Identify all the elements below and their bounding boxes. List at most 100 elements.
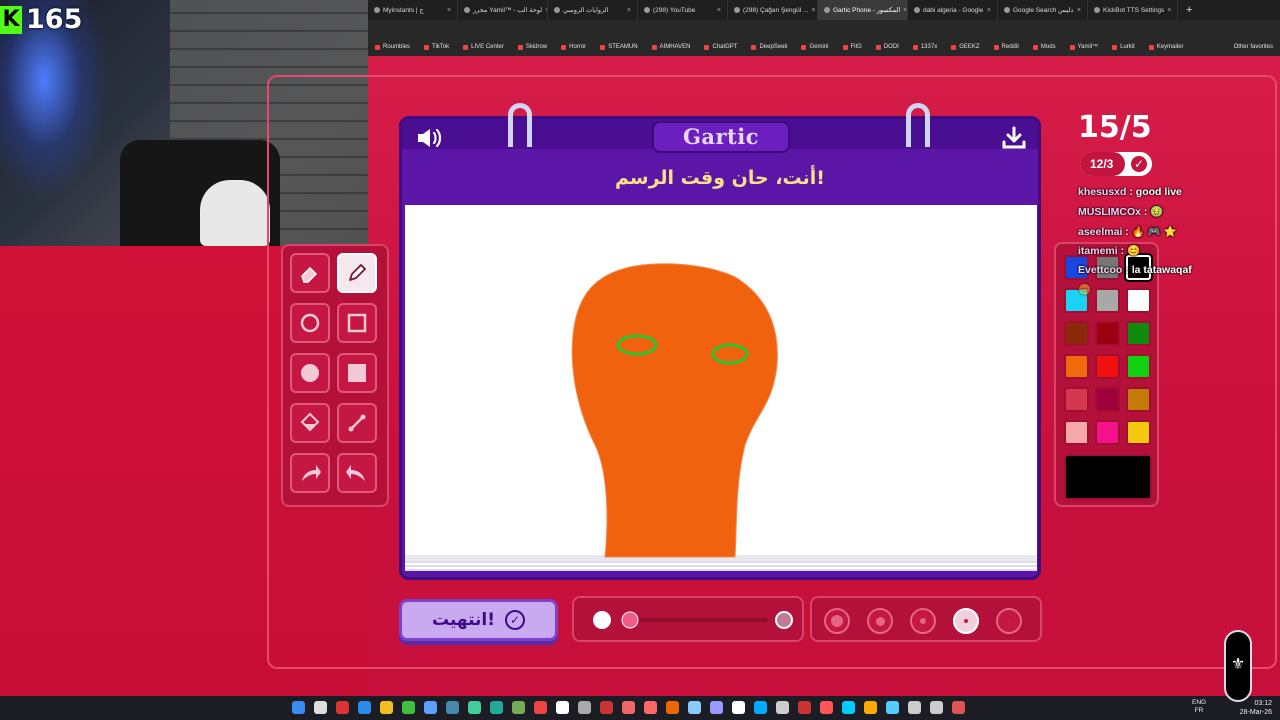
bookmark-item[interactable]: Mods [1026,44,1063,50]
browser-tab[interactable]: Myinstants | ج × [368,0,458,20]
bookmark-item[interactable]: LIVE Center [456,44,511,50]
browser-tab[interactable]: KickBot TTS Settings × [1088,0,1178,20]
bookmark-item[interactable]: DODI [869,44,906,50]
color-swatch[interactable] [1126,387,1151,412]
bookmark-item[interactable]: GEEKZ [944,44,986,50]
brush-size-button[interactable] [996,608,1022,634]
done-button[interactable]: انتهيت! ✓ [399,599,558,641]
fill-bucket-tool[interactable] [290,403,330,443]
redo-tool[interactable] [337,453,377,493]
color-swatch[interactable] [1064,387,1089,412]
color-swatch[interactable] [1095,387,1120,412]
other-favorites[interactable]: Other favorites [1227,44,1280,50]
brush-size-button[interactable] [824,608,850,634]
taskbar-app-icon[interactable] [380,701,393,714]
browser-tab[interactable]: (298) YouTube × [638,0,728,20]
new-tab-button[interactable]: + [1178,4,1200,16]
line-tool[interactable] [337,403,377,443]
browser-tab[interactable]: (298) Çağan Şengül ... × [728,0,818,20]
taskbar-app-icon[interactable] [424,701,437,714]
bookmark-item[interactable]: TikTok [417,44,456,50]
bookmark-item[interactable]: Yamil™ [1063,44,1106,50]
taskbar-app-icon[interactable] [512,701,525,714]
taskbar-app-icon[interactable] [402,701,415,714]
address-bar[interactable] [368,20,1280,38]
taskbar-app-icon[interactable] [292,701,305,714]
bookmark-item[interactable]: 1337x [906,44,944,50]
taskbar-app-icon[interactable] [314,701,327,714]
bookmark-item[interactable]: Keymailer [1142,44,1191,50]
slider-knob[interactable] [621,611,639,629]
color-swatch[interactable] [1126,420,1151,445]
browser-tab[interactable]: الروايات الروسي × [548,0,638,20]
taskbar-app-icon[interactable] [666,701,679,714]
taskbar-app-icon[interactable] [886,701,899,714]
close-tab-icon[interactable]: × [627,7,631,14]
taskbar-app-icon[interactable] [930,701,943,714]
undo-tool[interactable] [290,453,330,493]
bookmark-item[interactable]: Horror [554,44,593,50]
taskbar-app-icon[interactable] [952,701,965,714]
taskbar-app-icon[interactable] [864,701,877,714]
close-tab-icon[interactable]: × [717,7,721,14]
speaker-icon[interactable] [416,127,444,149]
taskbar-app-icon[interactable] [688,701,701,714]
color-swatch[interactable] [1064,354,1089,379]
download-icon[interactable] [1002,126,1026,150]
taskbar-app-icon[interactable] [600,701,613,714]
taskbar-app-icon[interactable] [908,701,921,714]
browser-tab[interactable]: محرر Yamil™ - لوحة الب× [458,0,548,20]
browser-tab[interactable]: Google Search دليس × [998,0,1088,20]
brush-size-button[interactable] [910,608,936,634]
bookmark-item[interactable]: STEAMUN [593,44,644,50]
ellipse-outline-tool[interactable] [290,303,330,343]
close-tab-icon[interactable]: × [1167,7,1171,14]
browser-tab[interactable]: Gartic Phone - المكسور × [818,0,908,20]
bookmark-item[interactable]: AIMHAVEN [645,44,698,50]
bookmark-item[interactable]: FitG [836,44,869,50]
taskbar-app-icon[interactable] [336,701,349,714]
taskbar-app-icon[interactable] [446,701,459,714]
close-tab-icon[interactable]: × [811,7,815,14]
bookmark-item[interactable]: Lurkit [1105,44,1142,50]
ellipse-fill-tool[interactable] [290,353,330,393]
taskbar-app-icon[interactable] [358,701,371,714]
pencil-tool[interactable] [337,253,377,293]
taskbar-app-icon[interactable] [776,701,789,714]
color-swatch[interactable] [1064,321,1089,346]
clock[interactable]: 03:12 28-Mar-26 [1240,699,1272,717]
color-swatch[interactable] [1126,354,1151,379]
taskbar-app-icon[interactable] [820,701,833,714]
bookmark-item[interactable]: Reddit [987,44,1026,50]
bookmark-item[interactable]: ChatGPT [697,44,744,50]
color-swatch[interactable] [1064,420,1089,445]
taskbar-app-icon[interactable] [578,701,591,714]
close-tab-icon[interactable]: × [1077,7,1081,14]
bookmark-item[interactable]: DeepSeek [744,44,794,50]
taskbar-app-icon[interactable] [798,701,811,714]
color-swatch[interactable] [1095,420,1120,445]
brush-size-button[interactable] [953,608,979,634]
rectangle-outline-tool[interactable] [337,303,377,343]
taskbar-app-icon[interactable] [468,701,481,714]
bookmark-item[interactable]: Skidrow [511,44,554,50]
taskbar-app-icon[interactable] [490,701,503,714]
taskbar-app-icon[interactable] [534,701,547,714]
color-swatch[interactable] [1095,321,1120,346]
bookmark-item[interactable]: Gemini [794,44,835,50]
taskbar-app-icon[interactable] [644,701,657,714]
taskbar-app-icon[interactable] [556,701,569,714]
bookmark-item[interactable]: Roumbles [368,44,417,50]
color-swatch[interactable] [1095,354,1120,379]
taskbar-app-icon[interactable] [842,701,855,714]
language-indicator[interactable]: ENG FR [1192,699,1206,715]
close-tab-icon[interactable]: × [987,7,991,14]
browser-tab[interactable]: dabi algeria - Google × [908,0,998,20]
eraser-tool[interactable] [290,253,330,293]
taskbar-app-icon[interactable] [710,701,723,714]
color-swatch[interactable] [1126,321,1151,346]
rectangle-fill-tool[interactable] [337,353,377,393]
brush-size-button[interactable] [867,608,893,634]
drawing-canvas[interactable] [405,205,1037,561]
taskbar-app-icon[interactable] [754,701,767,714]
